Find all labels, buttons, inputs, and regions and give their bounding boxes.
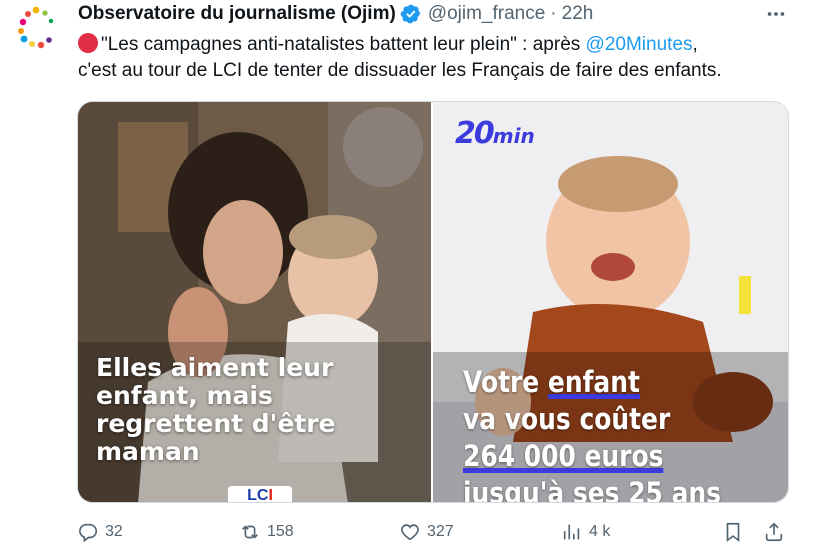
tweet-text-part2: , xyxy=(692,34,698,55)
views-count: 4 k xyxy=(589,523,611,540)
yellow-accent-bar xyxy=(739,276,751,314)
separator-dot: · xyxy=(550,3,557,24)
tweet-header: Observatoire du journalisme (Ojim) @ojim… xyxy=(78,3,593,25)
20min-logo-number: 20 xyxy=(455,116,495,151)
like-count: 327 xyxy=(427,523,454,540)
caption-right-line2: va vous coûter xyxy=(463,402,671,436)
red-circle-icon xyxy=(78,33,98,53)
share-button[interactable] xyxy=(763,518,791,546)
action-bar: 32 158 327 4 k xyxy=(77,518,789,546)
lci-logo-text-left: LC xyxy=(247,487,269,502)
caption-left-line1: Elles aiment leur xyxy=(96,353,334,382)
bookmark-button[interactable] xyxy=(722,518,750,546)
tweet-text-line2: c'est au tour de LCI de tenter de dissua… xyxy=(78,60,722,81)
like-button[interactable]: 327 xyxy=(399,518,454,546)
20min-logo-min: min xyxy=(492,124,535,148)
repost-count: 158 xyxy=(267,523,294,540)
caption-right-line1: Votre enfant xyxy=(463,364,738,401)
reply-icon xyxy=(79,523,98,543)
caption-right-line4: jusqu'à ses 25 ans xyxy=(463,476,722,502)
more-options-icon[interactable] xyxy=(762,2,790,26)
reply-button[interactable]: 32 xyxy=(77,518,123,546)
bookmark-icon xyxy=(726,522,740,542)
timestamp[interactable]: 22h xyxy=(562,3,594,25)
repost-button[interactable]: 158 xyxy=(239,518,294,546)
20min-logo: 20 min xyxy=(455,116,535,151)
tweet-text-part1: "Les campagnes anti-natalistes battent l… xyxy=(101,34,586,55)
author-handle[interactable]: @ojim_france xyxy=(428,3,546,25)
lci-logo: LC I xyxy=(228,486,292,502)
verified-badge-icon xyxy=(400,3,422,25)
media-grid: Elles aiment leur enfant, mais regretten… xyxy=(77,101,789,503)
mention-link[interactable]: @20Minutes xyxy=(586,34,693,55)
caption-left-line3: regrettent d'être xyxy=(96,409,336,438)
tweet-text: "Les campagnes anti-natalistes battent l… xyxy=(78,32,798,84)
caption-left-line4: maman xyxy=(96,437,200,466)
reply-count: 32 xyxy=(105,523,123,540)
author-name[interactable]: Observatoire du journalisme (Ojim) xyxy=(78,3,396,25)
heart-icon xyxy=(401,524,419,541)
avatar[interactable] xyxy=(14,4,60,50)
caption-right-line1-a: Votre xyxy=(463,365,548,399)
caption-right-line3: 264 000 euros xyxy=(463,439,664,473)
media-image-right[interactable]: 20 min Votre enfant va vous coûter 264 00… xyxy=(433,102,788,502)
views-button[interactable]: 4 k xyxy=(561,518,610,546)
share-icon xyxy=(765,522,783,542)
caption-left-line2: enfant, mais xyxy=(96,381,273,410)
caption-right-line1-b: enfant xyxy=(547,365,640,399)
caption-right: Votre enfant va vous coûter 264 000 euro… xyxy=(463,364,738,502)
caption-left: Elles aiment leur enfant, mais regretten… xyxy=(96,354,376,466)
analytics-icon xyxy=(563,524,580,540)
repost-icon xyxy=(242,525,258,539)
lci-logo-text-right: I xyxy=(268,487,273,502)
media-image-left[interactable]: Elles aiment leur enfant, mais regretten… xyxy=(78,102,431,502)
